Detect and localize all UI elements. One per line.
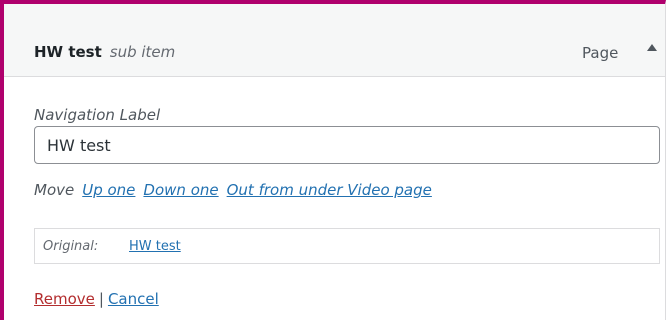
menu-item-header[interactable]: HW test sub item Page: [4, 4, 665, 77]
original-link[interactable]: HW test: [129, 239, 181, 254]
triangle-up-icon[interactable]: [647, 44, 657, 51]
menu-item-subtitle: sub item: [109, 43, 176, 61]
menu-item-title: HW test sub item: [34, 43, 175, 61]
cancel-link[interactable]: Cancel: [108, 290, 159, 308]
move-down-one-link[interactable]: Down one: [143, 181, 218, 199]
original-box: Original: HW test: [34, 228, 660, 264]
move-label: Move: [34, 181, 75, 199]
move-out-from-under-link[interactable]: Out from under Video page: [227, 181, 432, 199]
actions-separator: |: [98, 290, 104, 308]
navigation-label-input[interactable]: [34, 126, 660, 164]
move-up-one-link[interactable]: Up one: [82, 181, 135, 199]
item-actions: Remove | Cancel: [34, 290, 159, 308]
move-row: Move Up one Down one Out from under Video p…: [34, 181, 432, 199]
remove-link[interactable]: Remove: [34, 290, 95, 308]
menu-item-type: Page: [582, 44, 619, 62]
menu-item-title-text: HW test: [34, 43, 102, 61]
menu-item-panel: HW test sub item Page Navigation Label Mo…: [0, 0, 666, 320]
navigation-label-label: Navigation Label: [34, 106, 161, 124]
original-label: Original:: [43, 239, 99, 254]
